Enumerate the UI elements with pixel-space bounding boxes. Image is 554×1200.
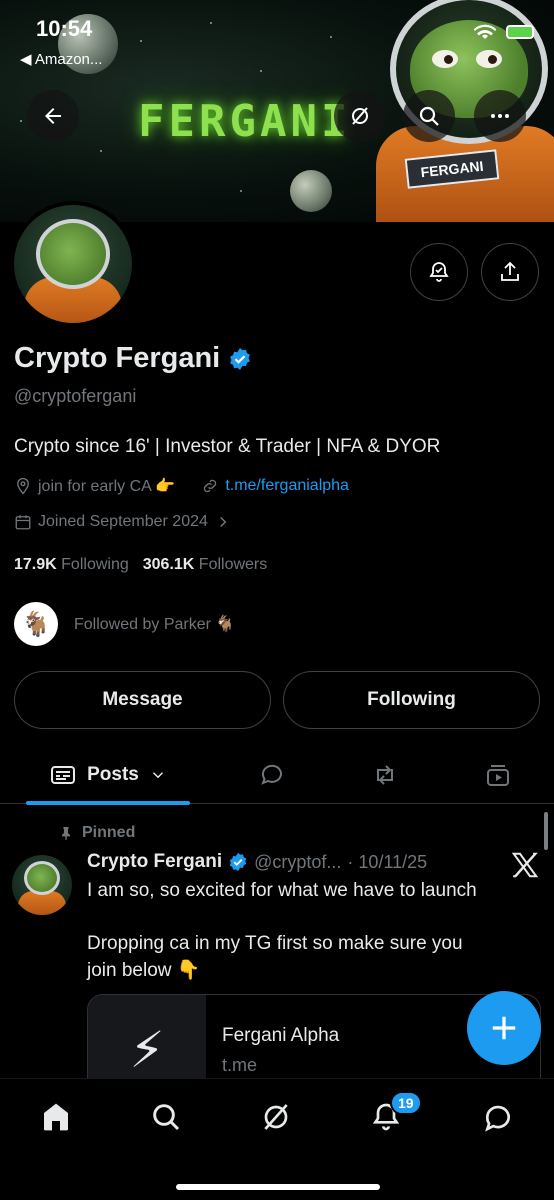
link-title: Fergani Alpha — [222, 1025, 340, 1046]
bottom-navigation: 19 — [0, 1078, 554, 1200]
nav-messages[interactable] — [478, 1097, 518, 1137]
tab-posts-label: Posts — [87, 764, 139, 785]
search-button[interactable] — [403, 90, 455, 142]
message-button[interactable]: Message — [14, 671, 271, 729]
post-text-line: I am so, so excited for what we have to … — [87, 880, 477, 901]
share-button[interactable] — [481, 243, 539, 301]
following-button[interactable]: Following — [283, 671, 540, 729]
profile-bio: Crypto since 16' | Investor & Trader | N… — [14, 436, 441, 457]
x-logo-icon — [511, 852, 539, 878]
post-author-handle[interactable]: @cryptof... — [254, 852, 341, 873]
tab-media[interactable] — [468, 746, 528, 804]
follower-avatar: 🐐 — [14, 602, 58, 646]
active-tab-indicator — [26, 801, 190, 805]
profile-name-row: Crypto Fergani — [14, 342, 252, 375]
repost-icon — [377, 765, 393, 785]
status-icons — [474, 24, 534, 40]
nav-grok[interactable] — [256, 1097, 296, 1137]
profile-avatar[interactable] — [10, 201, 136, 327]
notification-count-badge: 19 — [390, 1091, 422, 1115]
calendar-icon — [15, 515, 31, 530]
reply-bubble-icon — [261, 764, 282, 785]
bell-check-icon — [429, 262, 449, 282]
verified-badge-icon[interactable] — [228, 347, 252, 371]
pinned-label: Pinned — [82, 824, 136, 841]
arrow-left-icon — [45, 108, 61, 124]
profile-name: Crypto Fergani — [14, 342, 221, 374]
link-domain: t.me — [222, 1055, 258, 1075]
follow-stats: 17.9K Following 306.1K Followers — [14, 556, 267, 574]
tab-reposts[interactable] — [355, 746, 415, 804]
post-date: · 10/11/25 — [347, 851, 428, 872]
planet-graphic — [290, 170, 332, 212]
profile-website-link[interactable]: t.me/ferganialpha — [225, 477, 349, 495]
video-media-icon — [487, 765, 509, 786]
nav-search[interactable] — [146, 1097, 186, 1137]
following-count: 17.9K — [14, 556, 57, 573]
link-icon — [204, 479, 217, 493]
scrollbar[interactable] — [544, 812, 548, 850]
status-time: 10:54 — [36, 16, 93, 41]
search-icon — [419, 106, 439, 126]
post-text-line: join below 👇 — [87, 960, 201, 981]
search-icon — [153, 1104, 180, 1131]
followers-count: 306.1K — [142, 556, 195, 573]
share-icon — [501, 261, 519, 281]
tab-posts[interactable]: Posts — [26, 746, 190, 804]
pin-icon — [62, 827, 70, 841]
chevron-right-icon — [220, 516, 227, 528]
back-button[interactable] — [27, 90, 79, 142]
post-text-line: Dropping ca in my TG first so make sure … — [87, 933, 463, 954]
verified-badge-icon — [229, 852, 247, 872]
post-author-name[interactable]: Crypto Fergani — [87, 851, 222, 873]
pinned-indicator: Pinned — [58, 824, 135, 842]
location-pin-icon — [17, 477, 29, 495]
joined-date-row[interactable]: Joined September 2024 — [14, 513, 232, 531]
grok-icon — [264, 1104, 288, 1130]
compose-post-button[interactable] — [467, 991, 541, 1065]
more-options-button[interactable] — [474, 90, 526, 142]
wifi-icon — [474, 24, 496, 39]
followers-stat[interactable]: 306.1K Followers — [143, 556, 268, 574]
plus-icon — [492, 1016, 516, 1040]
profile-location: join for early CA 👉 — [38, 478, 176, 495]
banner-title: FERGANI — [138, 96, 352, 147]
notifications-subscribe-button[interactable] — [410, 243, 468, 301]
tab-replies[interactable] — [242, 746, 302, 804]
post-header: Crypto Fergani @cryptof... · 10/11/25 — [87, 851, 427, 873]
profile-tabs: Posts — [0, 746, 554, 805]
followers-label: Followers — [198, 556, 268, 573]
profile-handle: @cryptofergani — [14, 386, 137, 406]
nav-home[interactable] — [36, 1097, 76, 1137]
chat-bubble-icon — [485, 1105, 510, 1132]
home-indicator[interactable] — [176, 1184, 380, 1190]
post-author-avatar[interactable] — [12, 855, 72, 915]
profile-meta-row: join for early CA 👉 t.me/ferganialpha — [14, 476, 349, 496]
followed-by-text: Followed by Parker 🐐 — [74, 616, 236, 633]
chevron-down-icon — [152, 772, 163, 779]
grok-button[interactable] — [334, 90, 386, 142]
more-horizontal-icon — [491, 114, 509, 118]
back-to-app-link[interactable]: ◀ Amazon... — [20, 50, 102, 68]
home-icon — [44, 1103, 68, 1131]
posts-feed-icon — [51, 766, 76, 784]
followed-by-row[interactable]: 🐐 Followed by Parker 🐐 — [14, 602, 235, 646]
following-stat[interactable]: 17.9K Following — [14, 556, 129, 574]
battery-icon — [506, 25, 534, 39]
grok-icon — [352, 107, 368, 125]
joined-date: Joined September 2024 — [38, 513, 208, 530]
following-label: Following — [61, 556, 129, 573]
